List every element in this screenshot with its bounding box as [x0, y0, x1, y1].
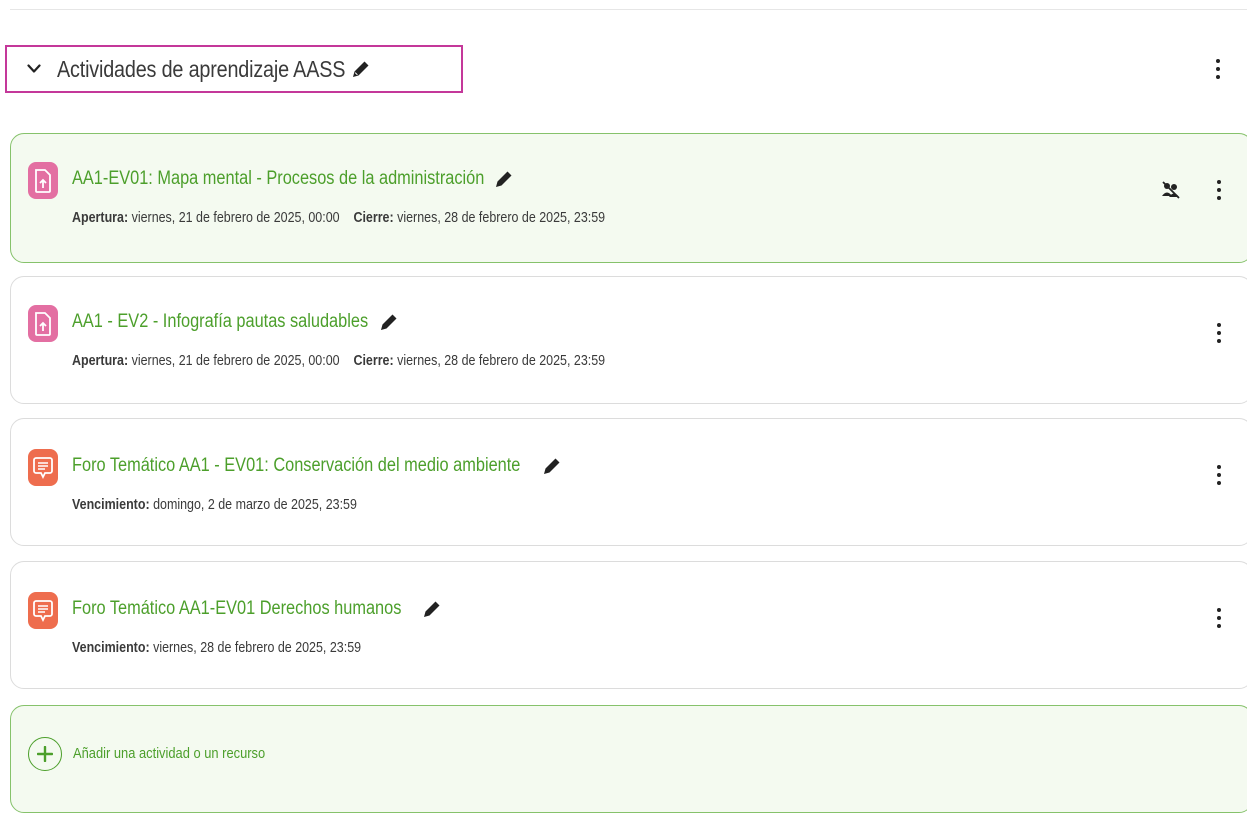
date-label: Apertura:	[72, 210, 129, 226]
date-label: Apertura:	[72, 353, 129, 369]
edit-title-pencil-icon[interactable]	[541, 455, 563, 477]
section-menu-kebab-icon[interactable]	[1209, 55, 1227, 83]
assignment-icon	[28, 305, 58, 342]
restriction-icon[interactable]	[1161, 180, 1181, 200]
activity-menu-kebab-icon[interactable]	[1210, 604, 1228, 632]
date-value: viernes, 28 de febrero de 2025, 23:59	[397, 353, 606, 369]
date-label: Cierre:	[353, 353, 394, 369]
activity-card-1: AA1-EV01: Mapa mental - Procesos de la a…	[10, 133, 1247, 263]
assignment-icon	[28, 162, 58, 199]
activity-dates: Apertura: viernes, 21 de febrero de 2025…	[72, 353, 605, 369]
edit-title-pencil-icon[interactable]	[378, 311, 400, 333]
add-activity-card: Añadir una actividad o un recurso	[10, 705, 1247, 813]
activity-menu-kebab-icon[interactable]	[1210, 176, 1228, 204]
activity-card-2: AA1 - EV2 - Infografía pautas saludables…	[10, 276, 1247, 404]
section-header: Actividades de aprendizaje AASS	[5, 45, 463, 93]
activity-dates: Vencimiento: viernes, 28 de febrero de 2…	[72, 640, 361, 656]
activity-card-4: Foro Temático AA1-EV01 Derechos humanos …	[10, 561, 1247, 689]
add-activity-link[interactable]: Añadir una actividad o un recurso	[73, 745, 265, 762]
activity-dates: Apertura: viernes, 21 de febrero de 2025…	[72, 210, 605, 226]
edit-section-pencil-icon[interactable]	[350, 58, 372, 80]
date-value: viernes, 28 de febrero de 2025, 23:59	[153, 640, 362, 656]
date-value: viernes, 21 de febrero de 2025, 00:00	[131, 353, 340, 369]
date-label: Vencimiento:	[72, 640, 150, 656]
activity-title-link[interactable]: Foro Temático AA1 - EV01: Conservación d…	[72, 455, 520, 477]
date-value: viernes, 28 de febrero de 2025, 23:59	[397, 210, 606, 226]
activity-menu-kebab-icon[interactable]	[1210, 461, 1228, 489]
date-value: viernes, 21 de febrero de 2025, 00:00	[131, 210, 340, 226]
forum-icon	[28, 592, 58, 629]
activity-title-link[interactable]: Foro Temático AA1-EV01 Derechos humanos	[72, 598, 401, 620]
section-title[interactable]: Actividades de aprendizaje AASS	[57, 56, 345, 83]
plus-circle-icon[interactable]	[28, 737, 62, 771]
forum-icon	[28, 449, 58, 486]
date-label: Cierre:	[353, 210, 394, 226]
date-label: Vencimiento:	[72, 497, 150, 513]
activity-card-3: Foro Temático AA1 - EV01: Conservación d…	[10, 418, 1247, 546]
activity-title-link[interactable]: AA1 - EV2 - Infografía pautas saludables	[72, 311, 368, 333]
activity-menu-kebab-icon[interactable]	[1210, 319, 1228, 347]
activity-title-link[interactable]: AA1-EV01: Mapa mental - Procesos de la a…	[72, 168, 484, 190]
top-divider	[10, 9, 1247, 10]
collapse-chevron-icon[interactable]	[21, 56, 47, 82]
edit-title-pencil-icon[interactable]	[421, 598, 443, 620]
activity-dates: Vencimiento: domingo, 2 de marzo de 2025…	[72, 497, 357, 513]
edit-title-pencil-icon[interactable]	[493, 168, 515, 190]
date-value: domingo, 2 de marzo de 2025, 23:59	[153, 497, 357, 513]
